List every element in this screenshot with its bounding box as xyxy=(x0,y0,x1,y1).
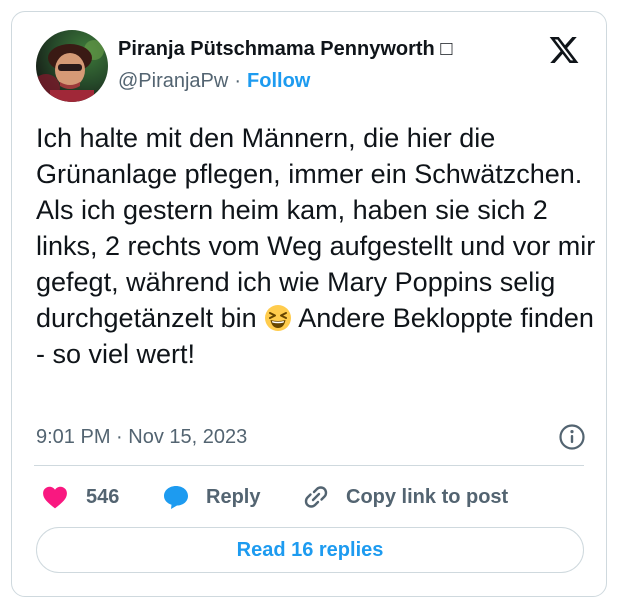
x-logo-icon[interactable] xyxy=(548,34,580,66)
reply-label: Reply xyxy=(206,486,261,508)
like-count: 546 xyxy=(86,486,120,508)
tweet-timestamp[interactable]: 9:01 PM · Nov 15, 2023 xyxy=(36,426,247,448)
link-icon xyxy=(304,486,328,508)
copy-link-label: Copy link to post xyxy=(346,486,509,508)
avatar[interactable] xyxy=(36,30,108,102)
info-icon[interactable] xyxy=(558,423,586,451)
follow-button[interactable]: Follow xyxy=(247,70,310,92)
grinning-squinting-face-icon xyxy=(264,304,292,332)
author-display-name[interactable]: Piranja Pütschmama Pennyworth □ xyxy=(118,36,452,62)
handle-row: @PiranjaPw · Follow xyxy=(118,67,452,95)
heart-icon xyxy=(43,486,67,509)
action-bar: 546 Reply Copy link to post xyxy=(36,480,596,514)
speech-bubble-icon xyxy=(164,486,188,509)
author-names: Piranja Pütschmama Pennyworth □ @Piranja… xyxy=(118,36,452,95)
reply-button[interactable]: Reply xyxy=(162,480,260,514)
copy-link-button[interactable]: Copy link to post xyxy=(302,480,508,514)
like-button[interactable]: 546 xyxy=(42,480,119,514)
divider xyxy=(34,465,584,466)
tweet-meta: 9:01 PM · Nov 15, 2023 xyxy=(36,422,586,452)
author-handle[interactable]: @PiranjaPw xyxy=(118,70,228,92)
handle-separator: · xyxy=(234,70,242,92)
tweet-text: Ich halte mit den Männern, die hier die … xyxy=(36,120,596,372)
tweet-card: Piranja Pütschmama Pennyworth □ @Piranja… xyxy=(11,11,607,597)
tweet-text-main: Ich halte mit den Männern, die hier die … xyxy=(36,123,596,333)
tweet-header: Piranja Pütschmama Pennyworth □ @Piranja… xyxy=(34,30,584,106)
read-replies-button[interactable]: Read 16 replies xyxy=(36,527,584,573)
avatar-image xyxy=(36,30,108,102)
